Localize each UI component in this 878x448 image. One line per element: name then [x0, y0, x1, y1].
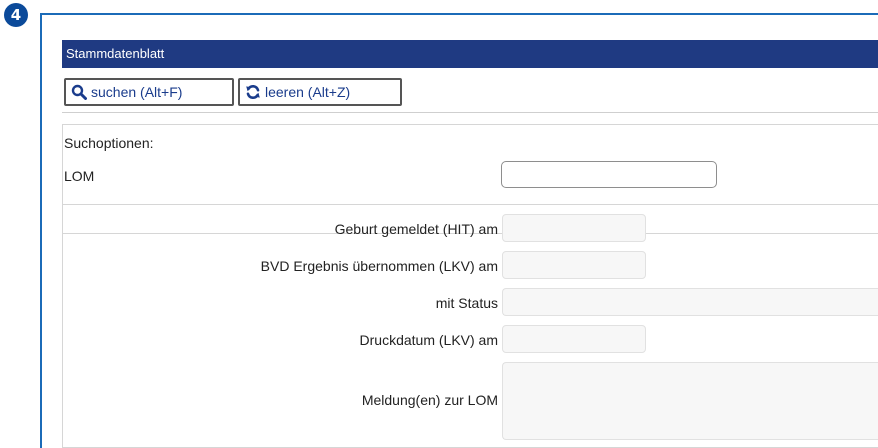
panel-title: Stammdatenblatt [62, 40, 878, 68]
results-box: Geburt gemeldet (HIT) am BVD Ergebnis üb… [62, 204, 878, 448]
status-label: mit Status [435, 295, 498, 311]
bvd-result-label: BVD Ergebnis übernommen (LKV) am [260, 258, 498, 274]
search-button[interactable]: suchen (Alt+F) [64, 78, 234, 106]
search-icon [71, 84, 87, 100]
birth-reported-label: Geburt gemeldet (HIT) am [334, 221, 498, 237]
step-number-badge: 4 [4, 3, 28, 27]
clear-button-label: leeren (Alt+Z) [265, 84, 351, 100]
search-button-label: suchen (Alt+F) [91, 84, 183, 100]
messages-label: Meldung(en) zur LOM [361, 392, 498, 408]
lom-input[interactable] [501, 161, 717, 188]
messages-field [502, 362, 878, 440]
refresh-icon [245, 84, 261, 100]
toolbar: suchen (Alt+F) leeren (Alt+Z) [62, 78, 878, 108]
lom-label: LOM [64, 168, 95, 184]
clear-button[interactable]: leeren (Alt+Z) [238, 78, 402, 106]
print-date-field [502, 325, 646, 353]
bvd-result-field [502, 251, 646, 279]
birth-reported-field [502, 214, 646, 242]
status-field [502, 288, 878, 316]
stammdaten-panel: Stammdatenblatt suchen (Alt+F) leeren (A… [62, 40, 878, 448]
print-date-label: Druckdatum (LKV) am [359, 332, 498, 348]
search-options-heading: Suchoptionen: [64, 135, 154, 151]
toolbar-divider [62, 112, 878, 113]
